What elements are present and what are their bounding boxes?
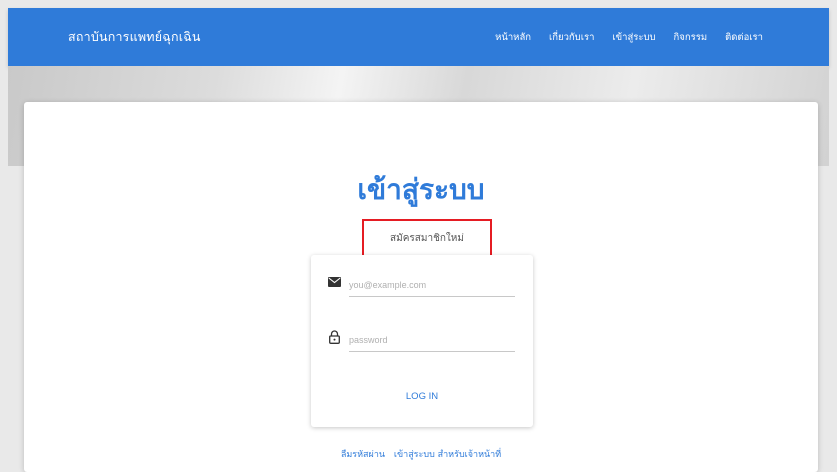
nav-link-login[interactable]: เข้าสู่ระบบ [612,30,655,45]
main-card: เข้าสู่ระบบ สมัครสมาชิกใหม่ you@example.… [24,102,818,472]
nav-link-activities[interactable]: กิจกรรม [674,30,708,45]
lock-icon [327,330,341,344]
login-button[interactable]: LOG IN [311,391,533,402]
password-input[interactable] [349,328,515,352]
envelope-icon [327,275,341,289]
bottom-links: ลืมรหัสผ่าน เข้าสู่ระบบ สำหรับเจ้าหน้าที… [24,447,818,461]
nav-links: หน้าหลัก เกี่ยวกับเรา เข้าสู่ระบบ กิจกรร… [495,30,763,45]
register-link[interactable]: สมัครสมาชิกใหม่ [390,231,464,246]
login-form: LOG IN [311,255,533,427]
nav-link-contact[interactable]: ติดต่อเรา [725,30,763,45]
navbar: สถาบันการแพทย์ฉุกเฉิน หน้าหลัก เกี่ยวกับ… [8,8,829,66]
email-input[interactable] [349,273,515,297]
password-field-row [327,328,515,352]
email-field-row [327,273,515,297]
page-title: เข้าสู่ระบบ [357,173,485,206]
register-highlight: สมัครสมาชิกใหม่ [362,219,492,257]
nav-link-about[interactable]: เกี่ยวกับเรา [549,30,594,45]
site-brand[interactable]: สถาบันการแพทย์ฉุกเฉิน [68,27,201,47]
forgot-password-link[interactable]: ลืมรหัสผ่าน [341,450,385,460]
nav-link-home[interactable]: หน้าหลัก [495,30,531,45]
staff-login-link[interactable]: เข้าสู่ระบบ สำหรับเจ้าหน้าที่ [394,450,501,460]
